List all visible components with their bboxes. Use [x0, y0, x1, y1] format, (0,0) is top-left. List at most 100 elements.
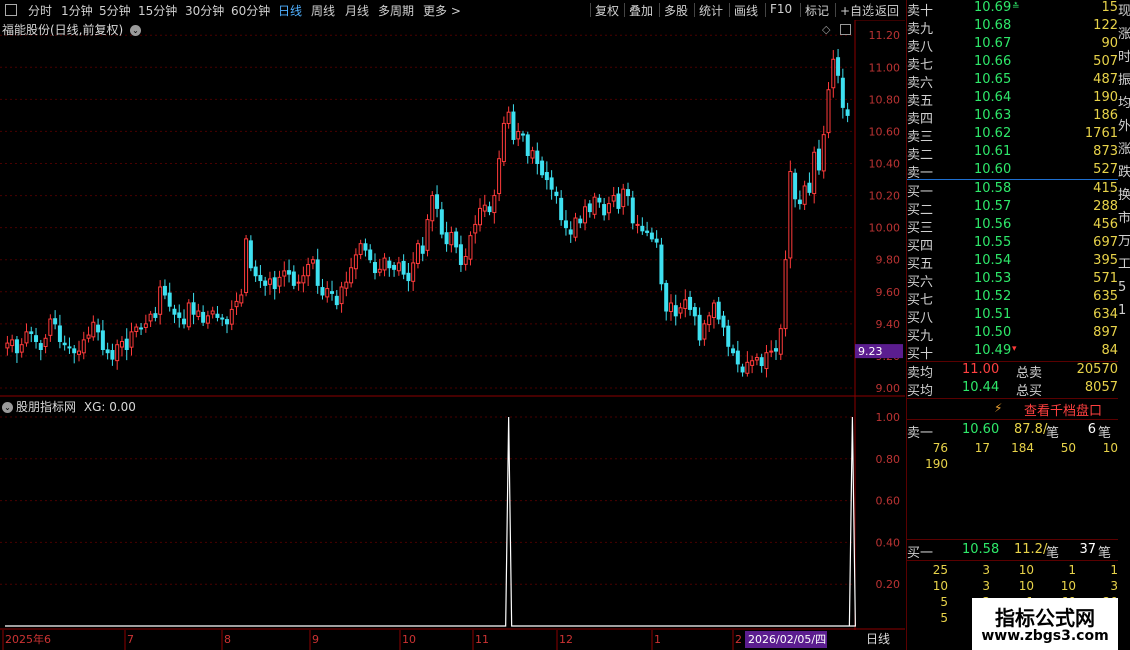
candle-body: [559, 197, 564, 221]
toolbar-divider: [800, 3, 801, 17]
candle-body: [29, 331, 34, 334]
period-tab[interactable]: 分时: [28, 2, 52, 19]
average-row: 卖均 11.00 总卖 20570: [906, 362, 1118, 381]
candle-body: [229, 308, 234, 325]
quote-strip-char: 换: [1118, 188, 1130, 203]
candle-body: [645, 230, 650, 233]
bid-level-row[interactable]: 买六 10.53 571: [906, 271, 1118, 290]
candle-body: [840, 77, 845, 108]
bid-level-row[interactable]: 买七 10.52 635: [906, 289, 1118, 308]
level-label: 卖九: [907, 22, 934, 37]
candle-body: [592, 196, 597, 215]
level-volume: 415: [1093, 181, 1118, 196]
candle-body: [463, 256, 468, 265]
candle-body: [630, 197, 635, 224]
candle-body: [836, 57, 841, 76]
candle-body: [368, 249, 373, 261]
level-volume: 84: [1101, 343, 1118, 358]
period-label[interactable]: 日线: [866, 632, 890, 646]
bid-level-row[interactable]: 买四 10.55 697: [906, 235, 1118, 254]
candle-body: [38, 343, 43, 350]
candle-body: [392, 264, 397, 270]
level-volume: 395: [1093, 253, 1118, 268]
bid-level-row[interactable]: 买五 10.54 395: [906, 253, 1118, 272]
tool-button[interactable]: 多股: [664, 2, 688, 19]
chevron-down-icon[interactable]: ⌄: [2, 402, 13, 413]
ask-level-row[interactable]: 卖五 10.64 190: [906, 90, 1118, 109]
candle-body: [525, 134, 530, 156]
ask-level-row[interactable]: 卖七 10.66 507: [906, 54, 1118, 73]
level-volume: 190: [1093, 90, 1118, 105]
tool-button[interactable]: 统计: [699, 2, 723, 19]
period-tab[interactable]: 5分钟: [99, 2, 131, 19]
candle-body: [43, 337, 48, 347]
level-volume: 507: [1093, 54, 1118, 69]
indicator-chart[interactable]: 1.00 0.80 0.60 0.40 0.20: [0, 397, 905, 630]
level-price: 10.52: [974, 289, 1012, 304]
level-price: 10.64: [974, 90, 1012, 105]
toolbar-divider: [694, 3, 695, 17]
tool-button[interactable]: 标记: [805, 2, 829, 19]
period-tab[interactable]: 周线: [311, 2, 335, 19]
quote-strip-char: 现: [1118, 4, 1130, 19]
bid-level-row[interactable]: 买三 10.56 456: [906, 217, 1118, 236]
candle-body: [234, 300, 239, 308]
candle-body: [478, 207, 483, 226]
settings-diamond-icon[interactable]: ◇: [822, 23, 830, 36]
ask-level-row[interactable]: 卖八 10.67 90: [906, 36, 1118, 55]
date-label: 11: [475, 633, 489, 646]
level-price: 10.55: [974, 235, 1012, 250]
tool-button[interactable]: +自选: [840, 2, 874, 19]
bid-level-row[interactable]: 买九 10.50 897: [906, 325, 1118, 344]
depth-link[interactable]: 查看千档盘口: [1024, 400, 1102, 419]
period-tab[interactable]: 日线: [278, 2, 302, 19]
menu-toggle-icon[interactable]: [5, 4, 17, 16]
total-value: 8057: [1084, 380, 1118, 395]
candle-body: [420, 245, 425, 254]
level-volume: 487: [1093, 72, 1118, 87]
level-price: 10.67: [974, 36, 1012, 51]
ask-level-row[interactable]: 卖一 10.60 527: [906, 162, 1118, 181]
period-tab[interactable]: 15分钟: [138, 2, 177, 19]
queue-volume: 184: [1011, 441, 1034, 455]
candle-body: [224, 319, 229, 325]
bid-level-row[interactable]: 买八 10.51 634: [906, 307, 1118, 326]
ask-level-row[interactable]: 卖六 10.65 487: [906, 72, 1118, 91]
candle-body: [315, 259, 320, 286]
tool-button[interactable]: 画线: [734, 2, 758, 19]
level-price: 10.57: [974, 199, 1012, 214]
chevron-down-icon[interactable]: ⌄: [130, 25, 142, 36]
candle-body: [14, 339, 19, 354]
current-price-tag-label: 9.23: [858, 345, 883, 358]
period-tab[interactable]: 更多 >: [423, 2, 461, 19]
ask-level-row[interactable]: 卖九 10.68 122: [906, 18, 1118, 37]
ask-level-row[interactable]: 卖四 10.63 186: [906, 108, 1118, 127]
bid-level-row[interactable]: 买一 10.58 415: [906, 181, 1118, 200]
spread-divider: [906, 179, 1118, 180]
candle-body: [454, 231, 459, 248]
tool-button[interactable]: F10: [770, 2, 792, 16]
price-chart[interactable]: 11.20 11.00 10.80 10.60 10.40 10.20 10.00 9.80 9…: [0, 20, 905, 397]
ask-level-row[interactable]: 卖二 10.61 873: [906, 144, 1118, 163]
candle-body: [363, 243, 368, 251]
level-price: 10.62: [974, 126, 1012, 141]
average-row: 买均 10.44 总买 8057: [906, 380, 1118, 399]
candle-body: [492, 195, 497, 214]
period-tab[interactable]: 1分钟: [61, 2, 93, 19]
period-tab[interactable]: 多周期: [378, 2, 414, 19]
tool-button[interactable]: 复权: [595, 2, 619, 19]
tool-button[interactable]: 返回: [875, 2, 899, 19]
level-label: 卖六: [907, 76, 934, 91]
price-tick-label: 9.80: [876, 254, 901, 267]
bid-level-row[interactable]: 买二 10.57 288: [906, 199, 1118, 218]
window-toggle-icon[interactable]: [840, 24, 851, 35]
period-tab[interactable]: 月线: [345, 2, 369, 19]
tool-button[interactable]: 叠加: [629, 2, 653, 19]
period-tab[interactable]: 60分钟: [231, 2, 270, 19]
date-axis: 2025年6 7 8 9 10 11 12 1 2 2026/02/05/四 日线: [0, 630, 905, 650]
ask-level-row[interactable]: 卖三 10.62 1761: [906, 126, 1118, 145]
period-tab[interactable]: 30分钟: [185, 2, 224, 19]
avg-label: 买均: [907, 384, 934, 399]
candle-body: [253, 266, 258, 277]
level-price: 10.61: [974, 144, 1012, 159]
